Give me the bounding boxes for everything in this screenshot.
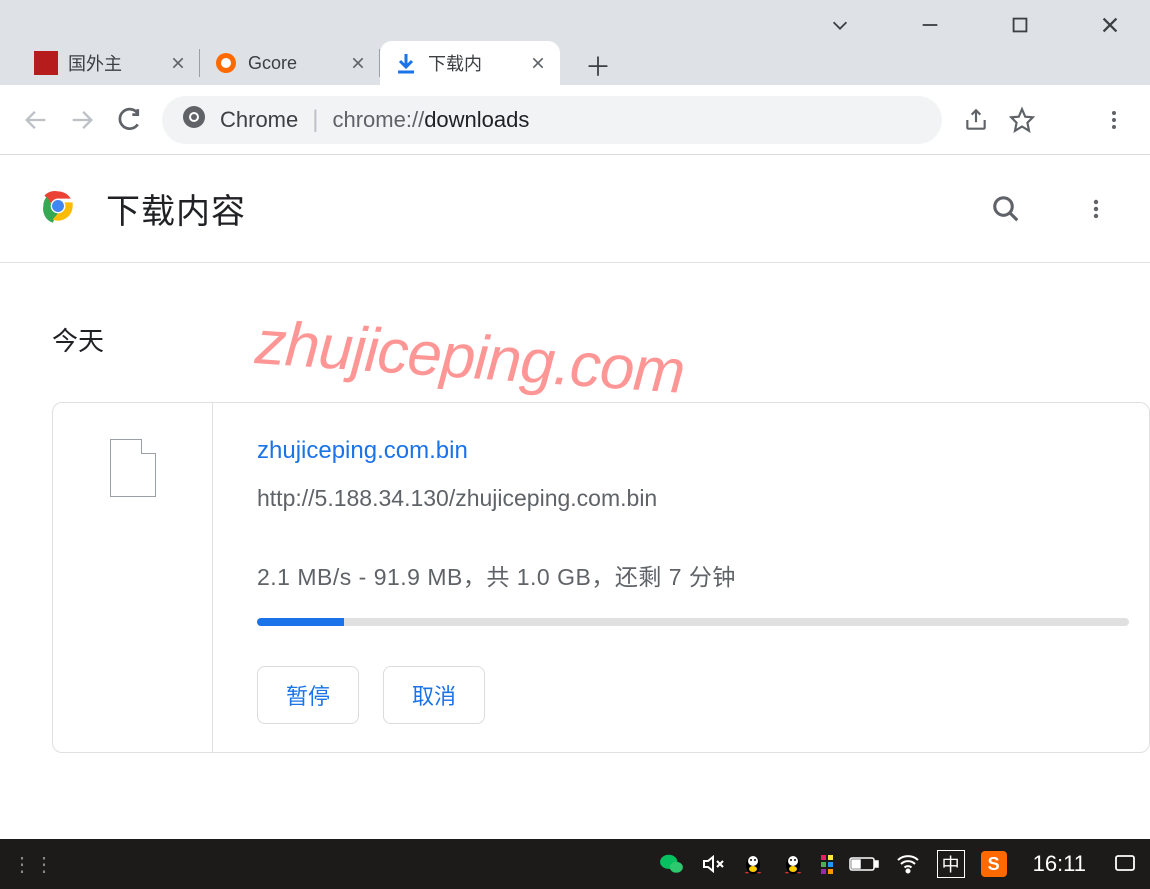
page-title: 下载内容 [106, 184, 962, 233]
downloads-content: zhujiceping.com 今天 zhujiceping.com.bin h… [0, 321, 1150, 753]
site-label: Chrome [220, 107, 298, 133]
ime-indicator[interactable]: 中 [937, 850, 965, 878]
tab-close-icon[interactable] [350, 55, 366, 71]
back-button[interactable] [16, 100, 56, 140]
reload-button[interactable] [108, 100, 148, 140]
download-status: 2.1 MB/s - 91.9 MB，共 1.0 GB，还剩 7 分钟 [257, 558, 1129, 592]
download-card: zhujiceping.com.bin http://5.188.34.130/… [52, 402, 1150, 753]
chrome-logo-icon [36, 184, 80, 233]
page-menu-icon[interactable] [1078, 191, 1114, 227]
tab-close-icon[interactable] [530, 55, 546, 71]
minimize-button[interactable] [910, 5, 950, 45]
address-bar[interactable]: Chrome | chrome://downloads [162, 96, 942, 144]
wifi-icon[interactable] [895, 852, 921, 876]
browser-toolbar: Chrome | chrome://downloads [0, 85, 1150, 155]
browser-menu-icon[interactable] [1094, 100, 1134, 140]
url-text: chrome://downloads [332, 107, 529, 133]
tab-2-active[interactable]: 下载内 [380, 41, 560, 85]
cancel-button[interactable]: 取消 [383, 666, 485, 724]
download-file-icon [53, 403, 213, 752]
new-tab-button[interactable]: ＋ [578, 45, 618, 85]
date-section-label: 今天 [52, 321, 1150, 358]
downloads-header: 下载内容 [0, 155, 1150, 263]
colors-tray-icon[interactable] [821, 855, 833, 874]
volume-mute-icon[interactable] [701, 852, 725, 876]
forward-button[interactable] [62, 100, 102, 140]
tab-title: 下载内 [428, 50, 520, 76]
favicon-gcore [214, 51, 238, 75]
download-progress-bar [257, 618, 1129, 626]
taskbar-clock[interactable]: 16:11 [1033, 851, 1086, 877]
tab-1[interactable]: Gcore [200, 41, 380, 85]
maximize-button[interactable] [1000, 5, 1040, 45]
favicon-site-a [34, 51, 58, 75]
tab-title: Gcore [248, 53, 340, 74]
caption-dropdown-icon[interactable] [820, 5, 860, 45]
taskbar-grip-icon: ⋮⋮ [12, 852, 56, 877]
tab-title: 国外主 [68, 50, 160, 76]
notification-icon[interactable] [1112, 852, 1138, 876]
sogou-ime-icon[interactable]: S [981, 851, 1007, 877]
download-url: http://5.188.34.130/zhujiceping.com.bin [257, 485, 1129, 512]
chrome-icon [182, 105, 206, 135]
tab-close-icon[interactable] [170, 55, 186, 71]
close-window-button[interactable] [1090, 5, 1130, 45]
wechat-tray-icon[interactable] [659, 851, 685, 877]
bookmark-star-icon[interactable] [1002, 100, 1042, 140]
search-icon[interactable] [988, 191, 1024, 227]
progress-fill [257, 618, 344, 626]
qq-tray-icon[interactable] [741, 851, 765, 877]
battery-icon[interactable] [849, 854, 879, 874]
download-filename[interactable]: zhujiceping.com.bin [257, 437, 1129, 465]
file-icon [110, 439, 156, 497]
pause-button[interactable]: 暂停 [257, 666, 359, 724]
share-icon[interactable] [956, 100, 996, 140]
tab-0[interactable]: 国外主 [20, 41, 200, 85]
windows-taskbar[interactable]: ⋮⋮ 中 S 16:11 [0, 839, 1150, 889]
download-icon [394, 51, 418, 75]
qq-tray-icon-2[interactable] [781, 851, 805, 877]
tab-strip: 国外主 Gcore 下载内 ＋ [0, 45, 1150, 85]
